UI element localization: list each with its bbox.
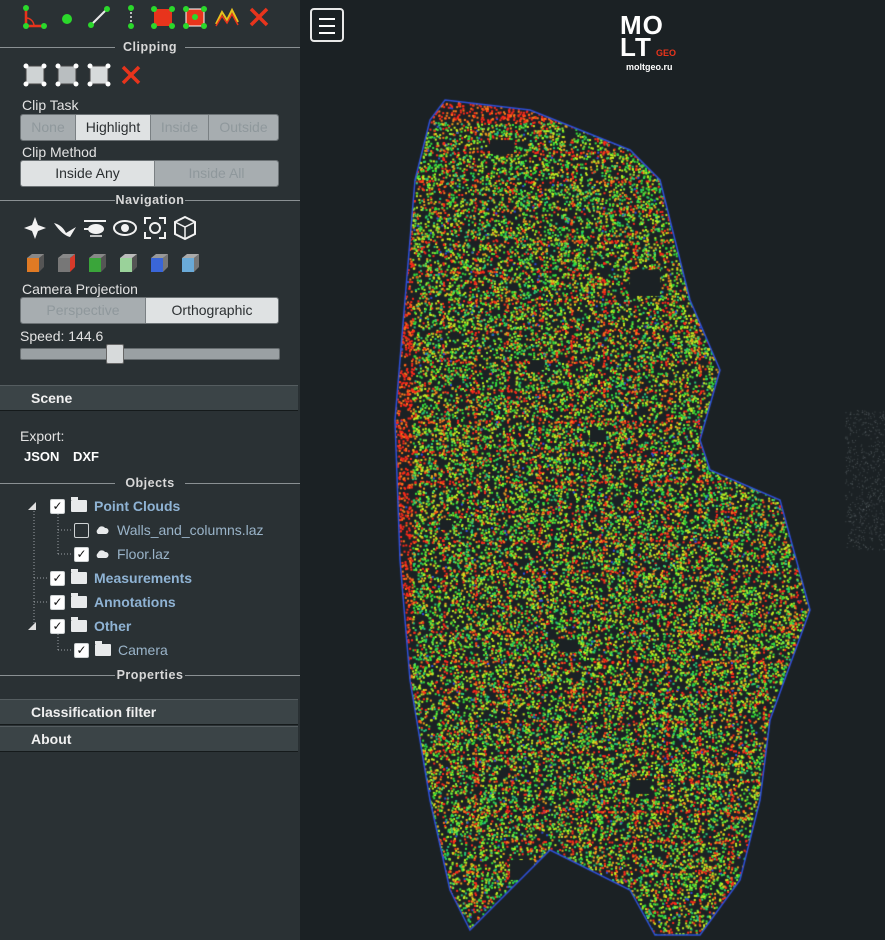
- distance-tool-icon[interactable]: [86, 4, 112, 30]
- view-tools: [22, 250, 203, 276]
- export-label: Export:: [20, 428, 65, 444]
- walls-checkbox[interactable]: [74, 522, 89, 538]
- cloud-icon: [96, 550, 109, 558]
- clip-task-label: Clip Task: [22, 97, 79, 113]
- profile-tool-icon[interactable]: [214, 4, 240, 30]
- walls-label: Walls_and_columns.laz: [117, 522, 264, 538]
- left-view-icon[interactable]: [22, 250, 48, 276]
- speed-slider[interactable]: [20, 344, 280, 364]
- tree-node-walls[interactable]: Walls_and_columns.laz: [74, 520, 264, 540]
- clipping-tools: [22, 62, 144, 88]
- company-logo: MO LT GEO moltgeo.ru: [618, 10, 684, 74]
- floor-label: Floor.laz: [117, 546, 170, 562]
- tree-node-camera[interactable]: ✓ Camera: [74, 640, 168, 660]
- volume-tool-icon[interactable]: [182, 4, 208, 30]
- tree-node-floor[interactable]: ✓ Floor.laz: [74, 544, 170, 564]
- camera-checkbox[interactable]: ✓: [74, 642, 89, 658]
- other-label: Other: [94, 618, 132, 634]
- folder-icon: [71, 497, 87, 512]
- right-view-icon[interactable]: [146, 250, 172, 276]
- point-tool-icon[interactable]: [54, 4, 80, 30]
- tree-node-measurements[interactable]: ✓ Measurements: [50, 568, 192, 588]
- floor-checkbox[interactable]: ✓: [74, 546, 89, 562]
- camera-label: Camera: [118, 642, 168, 658]
- cloud-icon: [96, 526, 109, 534]
- scene-label: Scene: [31, 390, 73, 406]
- measurements-checkbox[interactable]: ✓: [50, 570, 65, 586]
- bottom-view-icon[interactable]: [177, 250, 203, 276]
- folder-icon: [71, 593, 87, 608]
- annotations-label: Annotations: [94, 594, 176, 610]
- export-json-button[interactable]: JSON: [24, 449, 59, 464]
- folder-icon: [95, 641, 111, 656]
- projection-selector: Perspective Orthographic: [20, 297, 279, 324]
- earth-controls-icon[interactable]: [22, 215, 48, 241]
- clip-method-inside-all[interactable]: Inside All: [155, 161, 278, 186]
- back-view-icon[interactable]: [115, 250, 141, 276]
- logo-line-2: LT: [620, 32, 652, 62]
- logo-url: moltgeo.ru: [626, 62, 673, 72]
- folder-icon: [71, 617, 87, 632]
- front-view-icon[interactable]: [53, 250, 79, 276]
- point-clouds-checkbox[interactable]: ✓: [50, 498, 65, 514]
- clip-task-highlight[interactable]: Highlight: [76, 115, 151, 140]
- angle-tool-icon[interactable]: [22, 4, 48, 30]
- about-label: About: [31, 731, 72, 747]
- clip-volume-icon[interactable]: [22, 62, 48, 88]
- folder-icon: [71, 569, 87, 584]
- measurement-tools: [22, 4, 272, 30]
- clip-method-inside-any[interactable]: Inside Any: [21, 161, 155, 186]
- properties-title: Properties: [0, 668, 300, 682]
- clip-method-label: Clip Method: [22, 144, 97, 160]
- remove-clipping-icon[interactable]: [118, 62, 144, 88]
- clip-task-none[interactable]: None: [21, 115, 76, 140]
- objects-title: Objects: [0, 476, 300, 490]
- height-tool-icon[interactable]: [118, 4, 144, 30]
- measurements-label: Measurements: [94, 570, 193, 586]
- logo-sub: GEO: [656, 48, 677, 58]
- navcube-icon[interactable]: [172, 215, 198, 241]
- camera-projection-label: Camera Projection: [22, 281, 138, 297]
- clip-task-selector: None Highlight Inside Outside: [20, 114, 279, 141]
- projection-perspective[interactable]: Perspective: [21, 298, 146, 323]
- projection-orthographic[interactable]: Orthographic: [146, 298, 278, 323]
- scene-header[interactable]: Scene: [0, 385, 298, 411]
- clipping-title: Clipping: [0, 40, 300, 54]
- clip-task-inside[interactable]: Inside: [151, 115, 209, 140]
- clip-screen-box-icon[interactable]: [86, 62, 112, 88]
- area-tool-icon[interactable]: [150, 4, 176, 30]
- point-cloud-render[interactable]: [300, 0, 885, 940]
- classification-filter-header[interactable]: Classification filter: [0, 699, 298, 725]
- navigation-tools: [22, 215, 198, 241]
- about-header[interactable]: About: [0, 726, 298, 752]
- menu-toggle-button[interactable]: [310, 8, 344, 42]
- annotations-checkbox[interactable]: ✓: [50, 594, 65, 610]
- classification-filter-label: Classification filter: [31, 704, 157, 720]
- clip-method-selector: Inside Any Inside All: [20, 160, 279, 187]
- sidebar: Clipping Clip Task None Highlight Inside…: [0, 0, 301, 940]
- top-view-icon[interactable]: [84, 250, 110, 276]
- clip-task-outside[interactable]: Outside: [209, 115, 278, 140]
- orbit-controls-icon[interactable]: [112, 215, 138, 241]
- other-checkbox[interactable]: ✓: [50, 618, 65, 634]
- navigation-title: Navigation: [0, 193, 300, 207]
- focus-icon[interactable]: [142, 215, 168, 241]
- point-cloud-viewport[interactable]: MO LT GEO moltgeo.ru: [300, 0, 885, 940]
- clip-polygon-icon[interactable]: [54, 62, 80, 88]
- fly-controls-icon[interactable]: [52, 215, 78, 241]
- export-dxf-button[interactable]: DXF: [73, 449, 99, 464]
- tree-node-annotations[interactable]: ✓ Annotations: [50, 592, 176, 612]
- remove-measurements-icon[interactable]: [246, 4, 272, 30]
- speed-label: Speed: 144.6: [20, 328, 104, 344]
- tree-node-other[interactable]: ✓ Other: [50, 616, 131, 636]
- tree-node-point-clouds[interactable]: ✓ Point Clouds: [50, 496, 180, 516]
- speed-slider-handle[interactable]: [106, 344, 124, 364]
- helicopter-controls-icon[interactable]: [82, 215, 108, 241]
- point-clouds-label: Point Clouds: [94, 498, 181, 514]
